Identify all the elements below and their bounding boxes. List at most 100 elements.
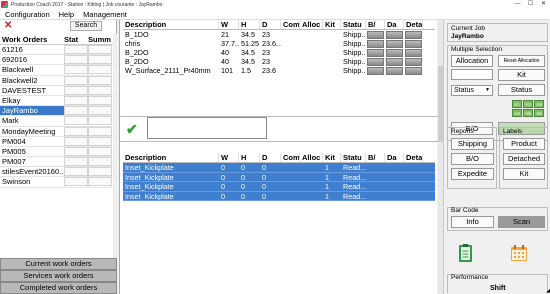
menu-configuration[interactable]: Configuration — [0, 10, 54, 19]
table-cell-box[interactable] — [367, 173, 384, 181]
completed-work-orders-button[interactable]: Completed work orders — [0, 282, 117, 294]
table-row[interactable]: Inset_Kickplate 0 0 0 1 Read... — [123, 182, 435, 192]
work-order-row[interactable]: stilesEvent20160... — [0, 167, 117, 178]
work-order-summary-cell[interactable] — [88, 157, 112, 167]
services-work-orders-button[interactable]: Services work orders — [0, 270, 117, 282]
calendar-icon[interactable] — [510, 244, 528, 262]
checkmark-icon[interactable]: ✔ — [126, 122, 140, 136]
table-cell-box[interactable] — [367, 182, 384, 191]
table-cell-box[interactable] — [405, 173, 422, 181]
shipping-report-button[interactable]: Shipping — [451, 138, 494, 150]
column-header[interactable]: Description — [123, 20, 219, 29]
reset-allocation-button[interactable]: Reset Allocation — [498, 55, 545, 67]
work-order-status-cell[interactable] — [64, 146, 88, 156]
table-cell-box[interactable] — [405, 182, 422, 191]
search-button[interactable]: Search — [70, 21, 102, 31]
table-row[interactable]: Inset_Kickplate 0 0 0 1 Read... — [123, 163, 435, 173]
table-row[interactable]: B_2DO 40 34.5 23 Shipp... — [123, 57, 435, 66]
small-button-a5[interactable]: A5 — [523, 109, 533, 117]
product-label-button[interactable]: Product — [503, 138, 545, 150]
column-header[interactable]: Da — [385, 20, 404, 29]
column-header[interactable]: Statu — [341, 20, 366, 29]
work-order-row[interactable]: PM004 — [0, 136, 117, 147]
table-cell-box[interactable] — [367, 48, 384, 57]
allocation-input[interactable] — [451, 69, 493, 80]
work-order-status-cell[interactable] — [64, 55, 88, 65]
table-cell-box[interactable] — [386, 39, 403, 48]
maximize-icon[interactable]: ☐ — [524, 0, 537, 9]
table-cell-box[interactable] — [386, 66, 403, 75]
table-cell-box[interactable] — [367, 192, 384, 200]
work-order-row[interactable]: Elkay — [0, 95, 117, 107]
column-header[interactable]: D — [260, 153, 281, 162]
column-header[interactable]: Com — [281, 153, 300, 162]
work-order-summary-cell[interactable] — [88, 167, 112, 177]
work-order-status-cell[interactable] — [64, 126, 88, 136]
work-order-summary-cell[interactable] — [88, 126, 112, 136]
table-row[interactable]: B_2DO 40 34.5 23 Shipp... — [123, 48, 435, 57]
column-header[interactable]: Description — [123, 153, 219, 162]
work-order-status-cell[interactable] — [64, 157, 88, 167]
work-order-summary-cell[interactable] — [88, 146, 112, 156]
work-order-summary-cell[interactable] — [88, 85, 112, 95]
column-header[interactable]: Alloc — [300, 20, 323, 29]
work-order-summary-cell[interactable] — [88, 75, 112, 85]
column-header[interactable]: Alloc — [300, 153, 323, 162]
work-order-row[interactable]: PM007 — [0, 157, 117, 168]
work-order-summary-cell[interactable] — [88, 95, 112, 105]
work-order-row[interactable]: MondayMeeting — [0, 126, 117, 137]
table-row[interactable]: W_Surface_2111_Pr40mm 101 1.5 23.6 Shipp... — [123, 66, 435, 75]
table-cell-box[interactable] — [367, 57, 384, 66]
work-order-summary-cell[interactable] — [88, 65, 112, 75]
table-cell-box[interactable] — [405, 57, 422, 66]
table-cell-box[interactable] — [405, 30, 422, 39]
work-order-status-cell[interactable] — [64, 75, 88, 85]
current-work-orders-button[interactable]: Current work orders — [0, 258, 117, 270]
table-cell-box[interactable] — [386, 163, 403, 172]
column-header[interactable]: B/ — [366, 20, 385, 29]
table-cell-box[interactable] — [386, 30, 403, 39]
work-order-summary-cell[interactable] — [88, 136, 112, 146]
delete-icon[interactable]: ✕ — [4, 21, 12, 31]
work-order-row[interactable]: Blackwell — [0, 65, 117, 76]
table-cell-box[interactable] — [386, 173, 403, 181]
table-cell-box[interactable] — [405, 192, 422, 200]
work-order-row[interactable]: DAVESTEST — [0, 85, 117, 96]
scan-button[interactable]: Scan — [498, 216, 545, 228]
table-cell-box[interactable] — [367, 30, 384, 39]
small-button-a6[interactable]: A6 — [534, 109, 544, 117]
note-input[interactable] — [147, 117, 267, 139]
work-order-row[interactable]: JayRambo — [0, 106, 117, 117]
table-row[interactable]: B_1DO 21 34.5 23 Shipp... — [123, 30, 435, 39]
work-order-status-cell[interactable] — [64, 167, 88, 177]
column-header[interactable]: H — [239, 20, 260, 29]
work-order-summary-cell[interactable] — [88, 177, 112, 187]
table-cell-box[interactable] — [405, 48, 422, 57]
work-order-row[interactable]: Swinson — [0, 177, 117, 188]
column-header[interactable]: Kit — [323, 20, 341, 29]
column-header[interactable]: B/ — [366, 153, 385, 162]
minimize-icon[interactable]: — — [511, 0, 524, 9]
column-header[interactable]: Kit — [323, 153, 341, 162]
work-order-row[interactable]: 692016 — [0, 55, 117, 66]
work-order-row[interactable]: Blackwell2 — [0, 75, 117, 86]
work-orders-scrollbar[interactable] — [113, 34, 117, 258]
small-button-a3[interactable]: A3 — [534, 100, 544, 108]
work-order-status-cell[interactable] — [64, 45, 88, 54]
table-cell-box[interactable] — [386, 48, 403, 57]
column-header[interactable]: Deta — [404, 153, 423, 162]
column-header[interactable]: D — [260, 20, 281, 29]
work-order-summary-cell[interactable] — [88, 116, 112, 126]
expedite-report-button[interactable]: Expedite — [451, 168, 494, 180]
table-row[interactable]: chris 37.7... 51.25 23.6... Shipp... — [123, 39, 435, 48]
table-cell-box[interactable] — [367, 66, 384, 75]
work-order-status-cell[interactable] — [64, 116, 88, 126]
small-button-a4[interactable]: A4 — [512, 109, 522, 117]
status-select[interactable]: Status ▼ — [451, 85, 493, 96]
small-button-a2[interactable]: A2 — [523, 100, 533, 108]
table-cell-box[interactable] — [405, 66, 422, 75]
work-order-status-cell[interactable] — [64, 136, 88, 146]
table-cell-box[interactable] — [367, 39, 384, 48]
detached-label-button[interactable]: Detached — [503, 153, 545, 165]
work-order-summary-cell[interactable] — [88, 106, 112, 116]
